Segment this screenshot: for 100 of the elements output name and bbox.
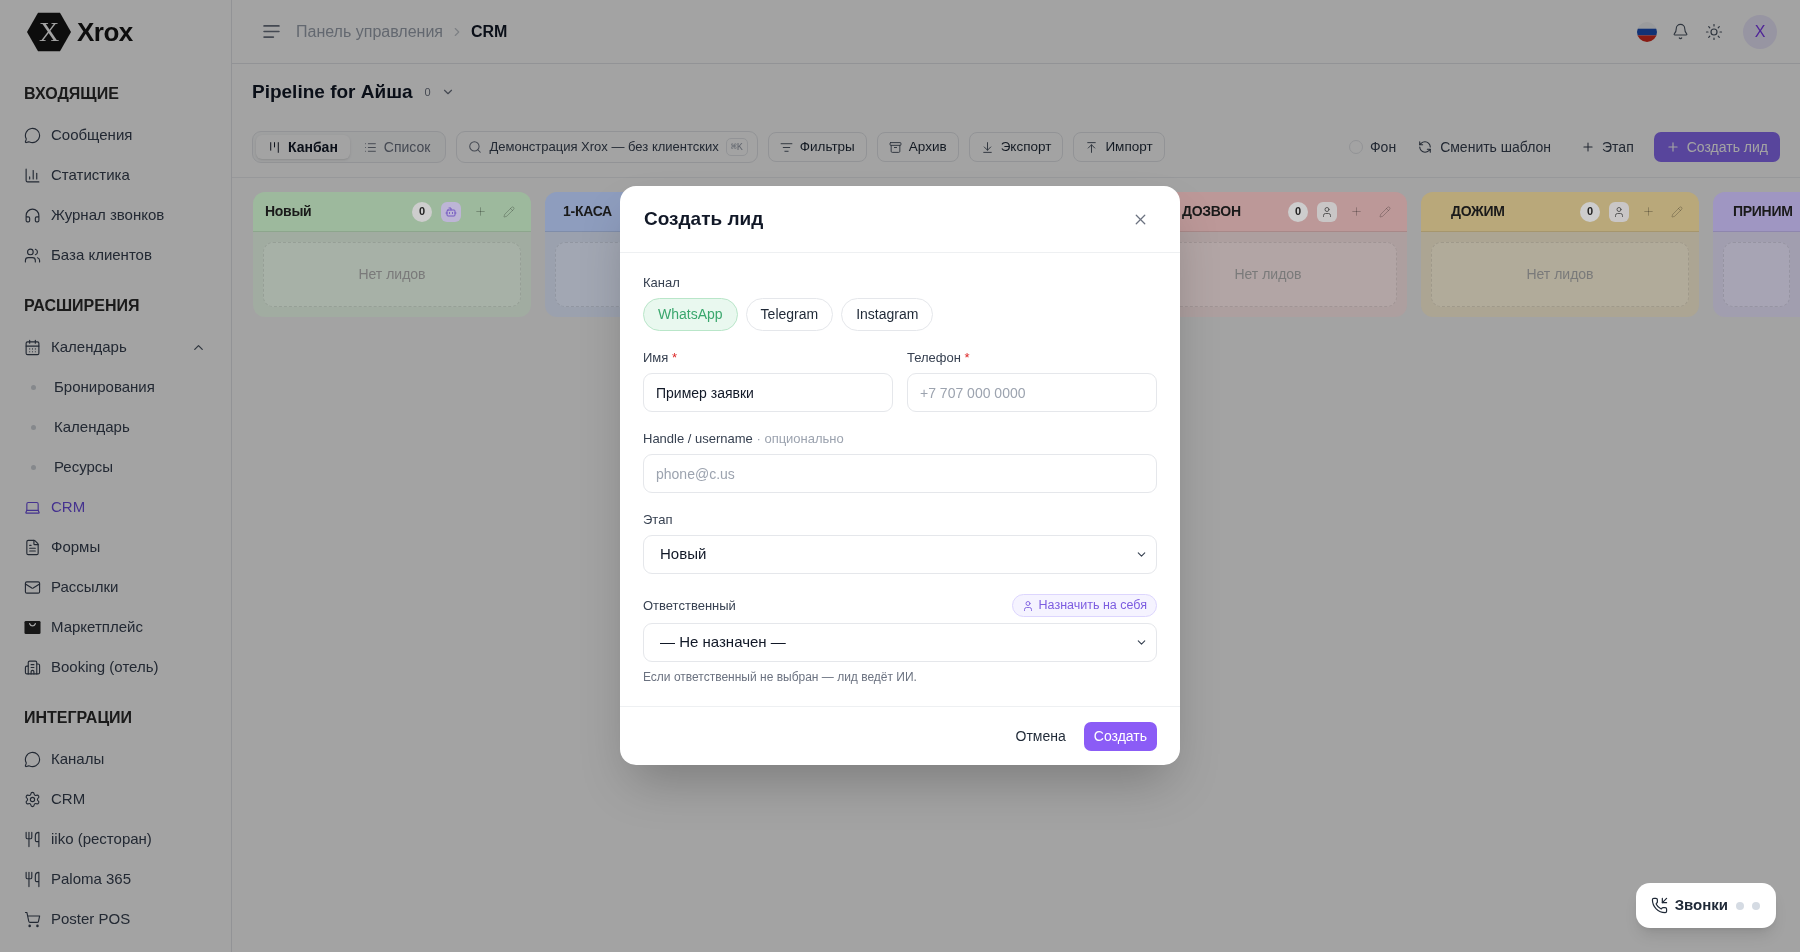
add-stage-button[interactable]: Этап [1573, 132, 1642, 162]
sidebar-subitem[interactable]: Бронирования [0, 367, 231, 407]
count-badge: 0 [1580, 201, 1600, 222]
breadcrumb-item[interactable]: CRM [471, 19, 508, 44]
assignee-button[interactable] [1317, 201, 1337, 222]
sidebar-item[interactable]: Статистика [0, 155, 231, 195]
text-input[interactable]: Пример заявки [643, 373, 893, 412]
sidebar-subitem[interactable]: Ресурсы [0, 447, 231, 487]
plus-icon [1641, 205, 1655, 218]
sidebar-item[interactable]: Сообщения [0, 115, 231, 155]
dialog-title: Создать лид [644, 206, 764, 231]
column-title: 1-КАСА [563, 202, 612, 221]
sidebar-item[interactable]: Каналы [0, 739, 231, 779]
sidebar-item[interactable]: iiko (ресторан) [0, 819, 231, 859]
plus-icon [1581, 140, 1596, 154]
sidebar-item[interactable]: Booking (отель) [0, 647, 231, 687]
select-field[interactable]: — Не назначен — [643, 623, 1157, 662]
pencil-icon [1671, 205, 1683, 218]
logo-text: Xrox [77, 15, 133, 49]
sidebar-item[interactable]: База клиентов [0, 235, 231, 275]
calls-widget[interactable]: Звонки [1635, 883, 1776, 928]
field-label: Handle / username · опционально [643, 431, 845, 447]
bot-icon [445, 205, 457, 218]
section-heading: РАСШИРЕНИЯ [23, 296, 141, 316]
toolbar-button[interactable]: Экспорт [968, 132, 1064, 162]
field-label: Телефон * [907, 350, 971, 366]
sidebar-item[interactable]: Paloma 365 [0, 859, 231, 899]
pencil-icon [1379, 205, 1391, 218]
chat-bubble-icon [24, 126, 41, 144]
background-toggle[interactable]: Фон [1348, 132, 1397, 162]
user-icon [1613, 205, 1625, 218]
building-icon [24, 658, 41, 676]
assignee-button[interactable] [441, 201, 461, 222]
field-label: Канал [643, 275, 681, 291]
cart-icon [24, 910, 41, 928]
search-icon [468, 140, 483, 154]
column-title: ДОЗВОН [1182, 202, 1241, 221]
user-icon [1021, 599, 1034, 612]
flag-icon[interactable] [1637, 21, 1657, 42]
toolbar-button[interactable]: Архив [876, 132, 959, 162]
sidebar-item[interactable]: Календарь [0, 327, 231, 367]
menu-icon[interactable] [263, 25, 280, 38]
field-label: Этап [643, 512, 674, 528]
text-input[interactable]: phone@c.us [643, 454, 1157, 493]
filter-icon [779, 140, 793, 154]
count-badge: 0 [412, 201, 432, 222]
count-text: 0 [424, 84, 431, 100]
shortcut-hint: ⌘K [725, 138, 748, 156]
toolbar-button[interactable]: Импорт [1073, 132, 1165, 162]
assign-to-me-button[interactable]: Назначить на себя [1011, 594, 1157, 617]
text-input[interactable]: +7 707 000 0000 [907, 373, 1157, 412]
plus-icon [1349, 205, 1363, 218]
select-field[interactable]: Новый [643, 535, 1157, 574]
bar-chart-icon [24, 166, 41, 184]
section-heading: ИНТЕГРАЦИИ [23, 708, 134, 728]
assignee-button[interactable] [1609, 201, 1629, 222]
view-tab[interactable]: Список [351, 135, 443, 159]
settings-icon [24, 790, 41, 808]
users-icon [24, 246, 41, 264]
empty-state-text: Нет лидов [1234, 265, 1302, 284]
envelope-icon [24, 578, 41, 596]
toolbar-button[interactable]: Фильтры [767, 132, 867, 162]
archive-icon [888, 140, 902, 154]
pencil-icon [503, 205, 515, 218]
view-tab[interactable]: Канбан [256, 135, 350, 159]
section-heading: ВХОДЯЩИЕ [23, 84, 120, 104]
search-field[interactable]: Демонстрация Xrox — без клиентских ⌘K [456, 131, 758, 163]
bag-icon [24, 618, 41, 636]
plus-icon [473, 205, 487, 218]
user-icon [1321, 205, 1333, 218]
submit-button[interactable]: Создать [1083, 721, 1157, 751]
sidebar-item[interactable]: CRM [0, 487, 231, 527]
column-title: Новый [265, 202, 312, 221]
bullet-icon [31, 384, 36, 390]
sidebar-item[interactable]: Рассылки [0, 567, 231, 607]
sidebar-item[interactable]: Маркетплейс [0, 607, 231, 647]
bullet-icon [31, 424, 36, 430]
create-lead-button[interactable]: Создать лид [1653, 132, 1780, 162]
avatar[interactable]: X [1743, 14, 1777, 49]
sidebar-item[interactable]: Poster POS [0, 899, 231, 939]
sidebar-item[interactable]: Журнал звонков [0, 195, 231, 235]
cancel-button[interactable]: Отмена [1015, 725, 1066, 747]
sun-icon[interactable] [1705, 22, 1723, 41]
logo-mark: X [27, 12, 71, 52]
list-icon [363, 140, 377, 154]
sidebar-subitem[interactable]: Календарь [0, 407, 231, 447]
field-label: Имя * [643, 350, 678, 366]
sidebar-item[interactable]: CRM [0, 779, 231, 819]
refresh-icon [1418, 140, 1433, 154]
help-text: Если ответственный не выбран — лид ведёт ИИ. [643, 670, 918, 685]
channel-chip[interactable]: Telegram [745, 298, 834, 331]
bell-icon[interactable] [1672, 23, 1689, 40]
download-icon [980, 140, 994, 154]
change-template-button[interactable]: Сменить шаблон [1408, 132, 1562, 162]
phone-incoming-icon [1650, 897, 1668, 914]
column-title: ДОЖИМ [1451, 202, 1505, 221]
field-label: Ответственный [643, 597, 736, 614]
sidebar-item[interactable]: Формы [0, 527, 231, 567]
calendar-icon [24, 338, 41, 356]
channel-chip[interactable]: Instagram [841, 298, 934, 331]
